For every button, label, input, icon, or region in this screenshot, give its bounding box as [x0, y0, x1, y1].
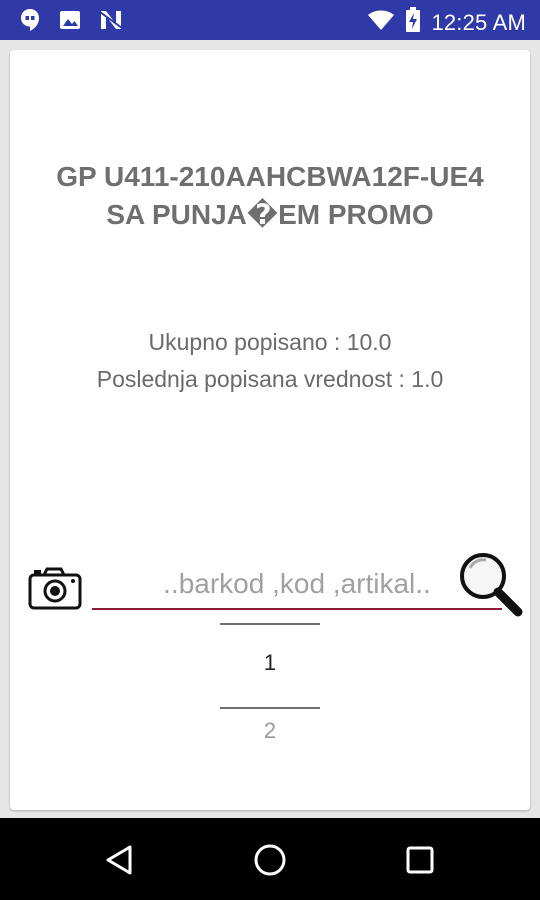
- home-circle-icon: [254, 844, 286, 876]
- picker-divider-top: [220, 623, 320, 625]
- status-bar: 12:25 AM: [0, 0, 540, 40]
- product-title: GP U411-210AAHCBWA12F-UE4 SA PUNJA�EM PR…: [10, 158, 530, 234]
- hangouts-icon: [18, 8, 42, 37]
- recents-button[interactable]: [400, 840, 440, 880]
- total-counted-label: Ukupno popisano : 10.0: [148, 329, 392, 355]
- search-field[interactable]: [92, 560, 502, 610]
- picker-selected-value[interactable]: 1: [220, 650, 320, 676]
- picker-next-value[interactable]: 2: [220, 718, 320, 744]
- picker-divider-bottom: [220, 707, 320, 709]
- back-triangle-icon: [106, 845, 132, 875]
- clock: 12:25 AM: [431, 9, 526, 35]
- inventory-info: Ukupno popisano : 10.0 Poslednja popisan…: [10, 324, 530, 398]
- image-icon: [58, 8, 82, 37]
- magnifier-icon: [460, 553, 523, 617]
- search-button[interactable]: [456, 550, 526, 620]
- battery-icon: [405, 7, 421, 38]
- product-title-line2: SA PUNJA�EM PROMO: [106, 199, 434, 230]
- status-icons: 12:25 AM: [367, 7, 526, 38]
- recents-square-icon: [406, 846, 434, 874]
- last-counted-label: Poslednja popisana vrednost : 1.0: [96, 366, 444, 392]
- home-button[interactable]: [250, 840, 290, 880]
- wifi-icon: [367, 8, 395, 37]
- main-card: GP U411-210AAHCBWA12F-UE4 SA PUNJA�EM PR…: [10, 50, 530, 810]
- product-title-line1: GP U411-210AAHCBWA12F-UE4: [56, 161, 484, 192]
- back-button[interactable]: [100, 840, 140, 880]
- camera-icon: [28, 567, 82, 610]
- search-input[interactable]: [92, 560, 502, 608]
- n-icon: [98, 8, 124, 37]
- navigation-bar: [0, 818, 540, 900]
- camera-button[interactable]: [28, 566, 82, 610]
- notification-icons: [18, 8, 124, 37]
